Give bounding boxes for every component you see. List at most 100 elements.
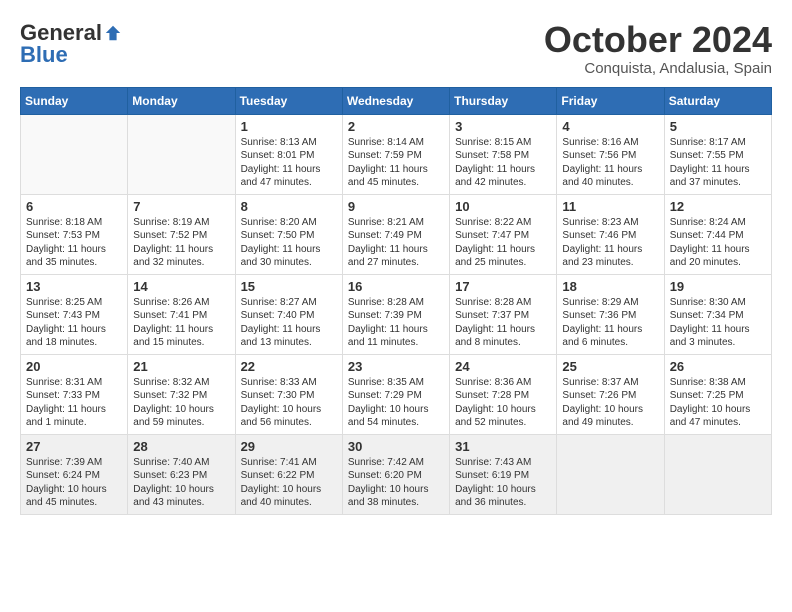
day-number: 3 xyxy=(455,119,551,134)
day-info: Sunrise: 8:16 AM Sunset: 7:56 PM Dayligh… xyxy=(562,136,658,190)
logo-blue: Blue xyxy=(20,42,68,68)
calendar-day-cell: 10 Sunrise: 8:22 AM Sunset: 7:47 PM Dayli… xyxy=(450,194,557,274)
weekday-header: Sunday xyxy=(21,87,128,114)
location: Conquista, Andalusia, Spain xyxy=(544,60,772,77)
calendar-day-cell: 24 Sunrise: 8:36 AM Sunset: 7:28 PM Dayli… xyxy=(450,354,557,434)
calendar-day-cell: 2 Sunrise: 8:14 AM Sunset: 7:59 PM Daylig… xyxy=(342,114,449,194)
day-info: Sunrise: 8:31 AM Sunset: 7:33 PM Dayligh… xyxy=(26,376,122,430)
calendar-day-cell xyxy=(21,114,128,194)
calendar-day-cell: 5Sunrise: 8:17 AM Sunset: 7:55 PM Daylig… xyxy=(664,114,771,194)
calendar-day-cell xyxy=(664,434,771,514)
day-info: Sunrise: 7:40 AM Sunset: 6:23 PM Dayligh… xyxy=(133,456,229,510)
day-info: Sunrise: 8:36 AM Sunset: 7:28 PM Dayligh… xyxy=(455,376,551,430)
day-number: 13 xyxy=(26,279,122,294)
calendar-week-row: 6 Sunrise: 8:18 AM Sunset: 7:53 PM Daylig… xyxy=(21,194,772,274)
calendar-day-cell: 26 Sunrise: 8:38 AM Sunset: 7:25 PM Dayli… xyxy=(664,354,771,434)
calendar-day-cell: 29Sunrise: 7:41 AM Sunset: 6:22 PM Dayli… xyxy=(235,434,342,514)
day-info: Sunrise: 8:24 AM Sunset: 7:44 PM Dayligh… xyxy=(670,216,766,270)
day-number: 9 xyxy=(348,199,444,214)
calendar-week-row: 1 Sunrise: 8:13 AM Sunset: 8:01 PM Daylig… xyxy=(21,114,772,194)
day-info: Sunrise: 8:28 AM Sunset: 7:37 PM Dayligh… xyxy=(455,296,551,350)
day-number: 19 xyxy=(670,279,766,294)
calendar-week-row: 27 Sunrise: 7:39 AM Sunset: 6:24 PM Dayli… xyxy=(21,434,772,514)
day-number: 26 xyxy=(670,359,766,374)
day-info: Sunrise: 8:23 AM Sunset: 7:46 PM Dayligh… xyxy=(562,216,658,270)
calendar-day-cell: 23Sunrise: 8:35 AM Sunset: 7:29 PM Dayli… xyxy=(342,354,449,434)
calendar-day-cell: 19 Sunrise: 8:30 AM Sunset: 7:34 PM Dayli… xyxy=(664,274,771,354)
day-number: 14 xyxy=(133,279,229,294)
day-info: Sunrise: 8:13 AM Sunset: 8:01 PM Dayligh… xyxy=(241,136,337,190)
page-header: General Blue October 2024 Conquista, And… xyxy=(20,20,772,77)
day-info: Sunrise: 8:14 AM Sunset: 7:59 PM Dayligh… xyxy=(348,136,444,190)
day-info: Sunrise: 8:38 AM Sunset: 7:25 PM Dayligh… xyxy=(670,376,766,430)
logo: General Blue xyxy=(20,20,122,68)
day-info: Sunrise: 8:15 AM Sunset: 7:58 PM Dayligh… xyxy=(455,136,551,190)
calendar-header-row: SundayMondayTuesdayWednesdayThursdayFrid… xyxy=(21,87,772,114)
day-info: Sunrise: 7:39 AM Sunset: 6:24 PM Dayligh… xyxy=(26,456,122,510)
month-title: October 2024 xyxy=(544,20,772,60)
day-info: Sunrise: 8:25 AM Sunset: 7:43 PM Dayligh… xyxy=(26,296,122,350)
calendar-day-cell: 28 Sunrise: 7:40 AM Sunset: 6:23 PM Dayli… xyxy=(128,434,235,514)
calendar-day-cell: 15 Sunrise: 8:27 AM Sunset: 7:40 PM Dayli… xyxy=(235,274,342,354)
calendar-week-row: 13 Sunrise: 8:25 AM Sunset: 7:43 PM Dayli… xyxy=(21,274,772,354)
calendar-day-cell: 7 Sunrise: 8:19 AM Sunset: 7:52 PM Daylig… xyxy=(128,194,235,274)
weekday-header: Wednesday xyxy=(342,87,449,114)
day-number: 27 xyxy=(26,439,122,454)
calendar-day-cell: 8 Sunrise: 8:20 AM Sunset: 7:50 PM Daylig… xyxy=(235,194,342,274)
calendar-table: SundayMondayTuesdayWednesdayThursdayFrid… xyxy=(20,87,772,515)
day-number: 8 xyxy=(241,199,337,214)
day-number: 18 xyxy=(562,279,658,294)
logo-icon xyxy=(104,24,122,42)
calendar-day-cell: 3 Sunrise: 8:15 AM Sunset: 7:58 PM Daylig… xyxy=(450,114,557,194)
calendar-day-cell: 9 Sunrise: 8:21 AM Sunset: 7:49 PM Daylig… xyxy=(342,194,449,274)
calendar-day-cell: 25 Sunrise: 8:37 AM Sunset: 7:26 PM Dayli… xyxy=(557,354,664,434)
day-number: 15 xyxy=(241,279,337,294)
title-section: October 2024 Conquista, Andalusia, Spain xyxy=(544,20,772,77)
calendar-day-cell: 16Sunrise: 8:28 AM Sunset: 7:39 PM Dayli… xyxy=(342,274,449,354)
day-info: Sunrise: 8:29 AM Sunset: 7:36 PM Dayligh… xyxy=(562,296,658,350)
day-number: 2 xyxy=(348,119,444,134)
day-number: 5 xyxy=(670,119,766,134)
day-info: Sunrise: 7:42 AM Sunset: 6:20 PM Dayligh… xyxy=(348,456,444,510)
day-info: Sunrise: 8:18 AM Sunset: 7:53 PM Dayligh… xyxy=(26,216,122,270)
day-number: 23 xyxy=(348,359,444,374)
day-info: Sunrise: 8:20 AM Sunset: 7:50 PM Dayligh… xyxy=(241,216,337,270)
day-number: 7 xyxy=(133,199,229,214)
day-info: Sunrise: 8:22 AM Sunset: 7:47 PM Dayligh… xyxy=(455,216,551,270)
calendar-day-cell: 14 Sunrise: 8:26 AM Sunset: 7:41 PM Dayli… xyxy=(128,274,235,354)
weekday-header: Thursday xyxy=(450,87,557,114)
calendar-day-cell: 13 Sunrise: 8:25 AM Sunset: 7:43 PM Dayli… xyxy=(21,274,128,354)
day-number: 30 xyxy=(348,439,444,454)
day-number: 11 xyxy=(562,199,658,214)
day-number: 1 xyxy=(241,119,337,134)
day-info: Sunrise: 8:21 AM Sunset: 7:49 PM Dayligh… xyxy=(348,216,444,270)
day-number: 29 xyxy=(241,439,337,454)
day-number: 12 xyxy=(670,199,766,214)
day-number: 17 xyxy=(455,279,551,294)
calendar-day-cell: 4 Sunrise: 8:16 AM Sunset: 7:56 PM Daylig… xyxy=(557,114,664,194)
day-number: 20 xyxy=(26,359,122,374)
day-info: Sunrise: 8:28 AM Sunset: 7:39 PM Dayligh… xyxy=(348,296,444,350)
day-number: 28 xyxy=(133,439,229,454)
calendar-day-cell: 12 Sunrise: 8:24 AM Sunset: 7:44 PM Dayli… xyxy=(664,194,771,274)
day-number: 31 xyxy=(455,439,551,454)
day-info: Sunrise: 8:37 AM Sunset: 7:26 PM Dayligh… xyxy=(562,376,658,430)
day-info: Sunrise: 8:32 AM Sunset: 7:32 PM Dayligh… xyxy=(133,376,229,430)
calendar-day-cell: 27 Sunrise: 7:39 AM Sunset: 6:24 PM Dayli… xyxy=(21,434,128,514)
day-info: Sunrise: 8:30 AM Sunset: 7:34 PM Dayligh… xyxy=(670,296,766,350)
calendar-day-cell: 31Sunrise: 7:43 AM Sunset: 6:19 PM Dayli… xyxy=(450,434,557,514)
day-number: 21 xyxy=(133,359,229,374)
day-number: 6 xyxy=(26,199,122,214)
calendar-day-cell: 6 Sunrise: 8:18 AM Sunset: 7:53 PM Daylig… xyxy=(21,194,128,274)
day-info: Sunrise: 8:27 AM Sunset: 7:40 PM Dayligh… xyxy=(241,296,337,350)
day-number: 22 xyxy=(241,359,337,374)
day-info: Sunrise: 8:26 AM Sunset: 7:41 PM Dayligh… xyxy=(133,296,229,350)
calendar-week-row: 20 Sunrise: 8:31 AM Sunset: 7:33 PM Dayli… xyxy=(21,354,772,434)
day-info: Sunrise: 8:19 AM Sunset: 7:52 PM Dayligh… xyxy=(133,216,229,270)
day-number: 25 xyxy=(562,359,658,374)
day-number: 10 xyxy=(455,199,551,214)
day-number: 24 xyxy=(455,359,551,374)
calendar-day-cell: 30 Sunrise: 7:42 AM Sunset: 6:20 PM Dayli… xyxy=(342,434,449,514)
calendar-day-cell: 20 Sunrise: 8:31 AM Sunset: 7:33 PM Dayli… xyxy=(21,354,128,434)
day-number: 4 xyxy=(562,119,658,134)
